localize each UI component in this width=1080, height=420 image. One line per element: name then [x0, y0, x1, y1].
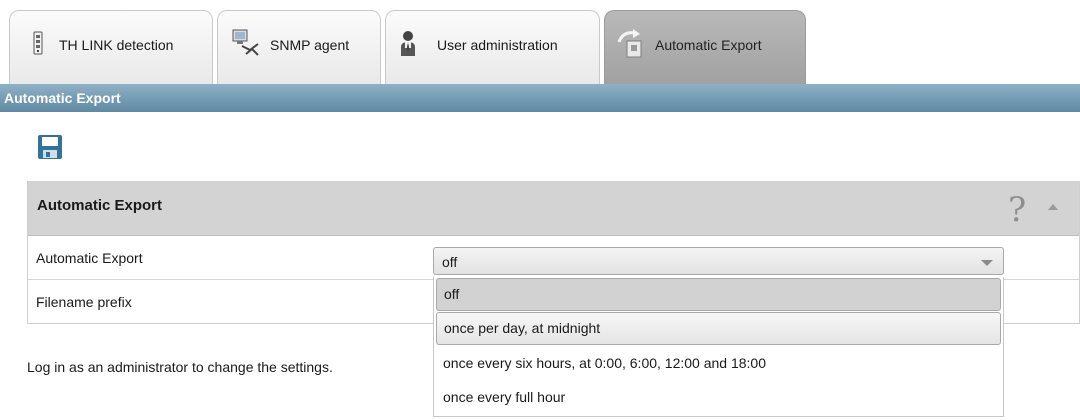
panel-title: Automatic Export: [37, 197, 163, 214]
automatic-export-label: Automatic Export: [36, 250, 143, 266]
option-every-full-hour[interactable]: once every full hour: [436, 382, 1001, 415]
network-icon: [232, 29, 262, 60]
tab-th-link-detection[interactable]: TH LINK detection: [9, 10, 213, 84]
tab-label: Automatic Export: [655, 36, 762, 53]
select-value: off: [442, 254, 458, 270]
tab-user-administration[interactable]: User administration: [385, 10, 600, 84]
export-icon: [615, 28, 647, 61]
tab-label: SNMP agent: [270, 36, 350, 53]
login-hint: Log in as an administrator to change the…: [27, 359, 333, 375]
section-title-bar: Automatic Export: [0, 84, 1080, 112]
collapse-icon[interactable]: [1048, 204, 1058, 210]
chevron-down-icon: [981, 260, 993, 266]
automatic-export-dropdown: off once per day, at midnight once every…: [433, 277, 1004, 417]
tab-label: User administration: [437, 36, 558, 53]
option-off[interactable]: off: [436, 278, 1001, 311]
panel-header: Automatic Export ?: [28, 182, 1079, 236]
tab-automatic-export[interactable]: Automatic Export: [604, 10, 806, 84]
automatic-export-select[interactable]: off: [433, 247, 1004, 275]
user-icon: [399, 29, 417, 60]
section-title: Automatic Export: [4, 90, 121, 106]
device-icon: [31, 31, 45, 58]
option-every-six-hours[interactable]: once every six hours, at 0:00, 6:00, 12:…: [436, 348, 1001, 381]
filename-prefix-label: Filename prefix: [36, 294, 132, 310]
save-icon[interactable]: [37, 134, 63, 160]
tab-bar: TH LINK detection SNMP agent User admini…: [0, 0, 1080, 84]
tab-label: TH LINK detection: [59, 36, 174, 53]
help-icon[interactable]: ?: [1008, 190, 1026, 230]
tab-snmp-agent[interactable]: SNMP agent: [217, 10, 381, 84]
option-once-per-day[interactable]: once per day, at midnight: [436, 312, 1001, 345]
